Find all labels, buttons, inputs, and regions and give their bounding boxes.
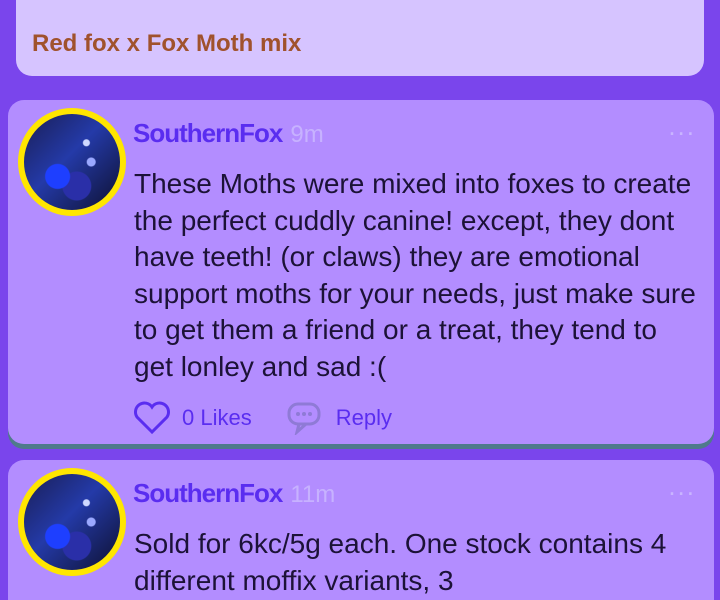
avatar[interactable] <box>18 108 126 216</box>
comment-time: 11m <box>290 481 336 508</box>
more-options-icon[interactable]: ... <box>668 473 696 499</box>
comment-actions: 0 Likes Reply <box>132 398 392 438</box>
heart-icon[interactable] <box>132 400 172 436</box>
author-name[interactable]: SouthernFox <box>133 118 283 148</box>
comment-card: SouthernFox 11m ... Sold for 6kc/5g each.… <box>8 460 714 600</box>
comment-author[interactable]: SouthernFox 9m <box>133 118 324 149</box>
comment-text: Sold for 6kc/5g each. One stock contains… <box>134 528 667 596</box>
comment-text: These Moths were mixed into foxes to cre… <box>134 168 696 382</box>
post-card[interactable]: Red fox x Fox Moth mix <box>16 0 704 76</box>
more-options-icon[interactable]: ... <box>668 113 696 139</box>
like-count[interactable]: 0 Likes <box>182 405 252 431</box>
comment-time: 9m <box>290 121 324 148</box>
author-name[interactable]: SouthernFox <box>133 478 283 508</box>
reply-icon[interactable] <box>286 401 322 435</box>
post-title[interactable]: Red fox x Fox Moth mix <box>32 30 301 58</box>
comment-card: SouthernFox 9m ... These Moths were mixed… <box>8 100 714 444</box>
avatar[interactable] <box>18 468 126 576</box>
reply-button[interactable]: Reply <box>336 405 392 431</box>
comment-author[interactable]: SouthernFox 11m <box>133 478 335 509</box>
